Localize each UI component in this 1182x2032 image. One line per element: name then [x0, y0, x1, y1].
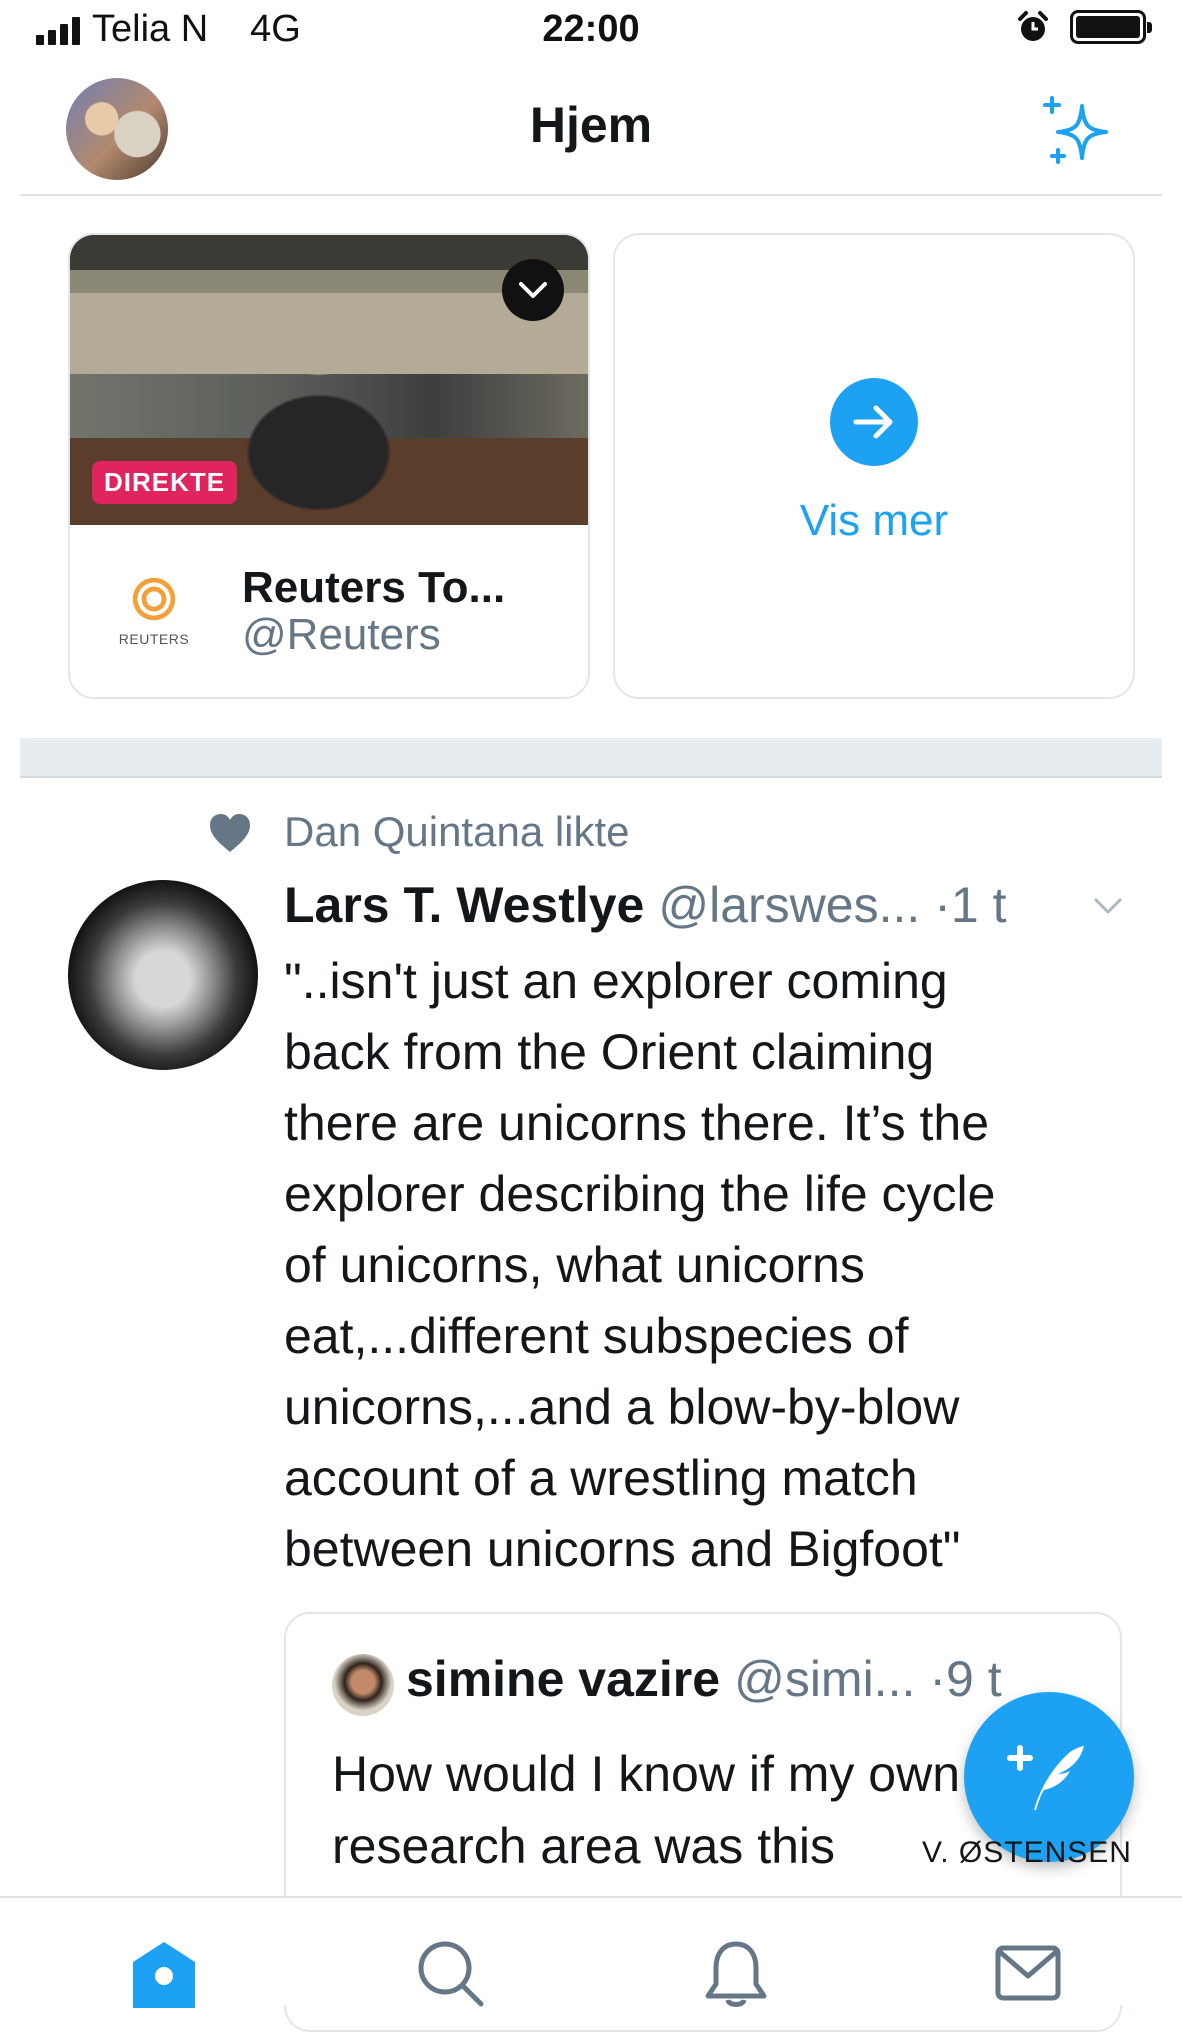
logo-wordmark: REUTERS — [118, 631, 190, 647]
tweet-text: "..isn't just an explorer coming back fr… — [284, 953, 996, 1577]
chevron-down-icon[interactable] — [502, 259, 564, 321]
search-icon — [418, 1941, 484, 2007]
arrow-right-icon — [830, 378, 918, 466]
show-more-label: Vis mer — [799, 496, 949, 545]
source-handle: @Reuters — [242, 610, 441, 659]
sparkle-icon[interactable] — [1038, 92, 1118, 172]
header-divider — [20, 194, 1162, 196]
live-badge: DIREKTE — [92, 461, 238, 504]
status-bar-right — [1016, 10, 1152, 44]
mail-icon — [995, 1945, 1061, 2001]
photo-watermark: V. ØSTENSEN — [922, 1836, 1132, 1869]
tweet-time: ·1 t — [934, 877, 1007, 933]
quoted-author-avatar — [332, 1654, 394, 1716]
live-broadcast-card[interactable]: DIREKTE REUTERS Reuters To... @Reuters — [68, 233, 590, 699]
alarm-clock-icon — [1018, 11, 1048, 41]
show-more-card[interactable]: Vis mer — [613, 233, 1135, 699]
quoted-tweet-header: simine vazire @simi... ·9 t — [406, 1650, 1002, 1708]
reuters-logo: REUTERS — [110, 575, 198, 655]
tweet-header: Lars T. Westlye @larswes... ·1 t — [284, 876, 1007, 934]
page-title: Hjem — [529, 97, 653, 153]
author-avatar[interactable] — [68, 880, 258, 1070]
battery-full-icon — [1070, 10, 1152, 44]
nav-search[interactable] — [410, 1938, 490, 2008]
section-separator — [20, 738, 1162, 778]
home-icon — [133, 1942, 195, 2008]
compose-tweet-icon — [1007, 1745, 1084, 1810]
source-name: Reuters To... — [242, 563, 506, 612]
nav-messages[interactable] — [988, 1938, 1068, 2008]
social-context[interactable]: Dan Quintana likte — [284, 808, 630, 856]
nav-notifications[interactable] — [696, 1938, 776, 2008]
nav-home[interactable] — [124, 1938, 204, 2008]
quoted-author-name: simine vazire — [406, 1651, 721, 1707]
bottom-nav — [0, 1896, 1182, 2008]
quoted-author-handle: @simi... — [734, 1651, 916, 1707]
chevron-down-icon[interactable] — [1090, 888, 1126, 924]
bell-icon — [705, 1941, 767, 2007]
author-handle[interactable]: @larswes... — [658, 876, 920, 934]
status-time: 22:00 — [542, 8, 640, 50]
author-name[interactable]: Lars T. Westlye — [284, 876, 644, 934]
heart-icon — [210, 814, 250, 852]
quoted-tweet-time: ·9 t — [929, 1651, 1002, 1707]
